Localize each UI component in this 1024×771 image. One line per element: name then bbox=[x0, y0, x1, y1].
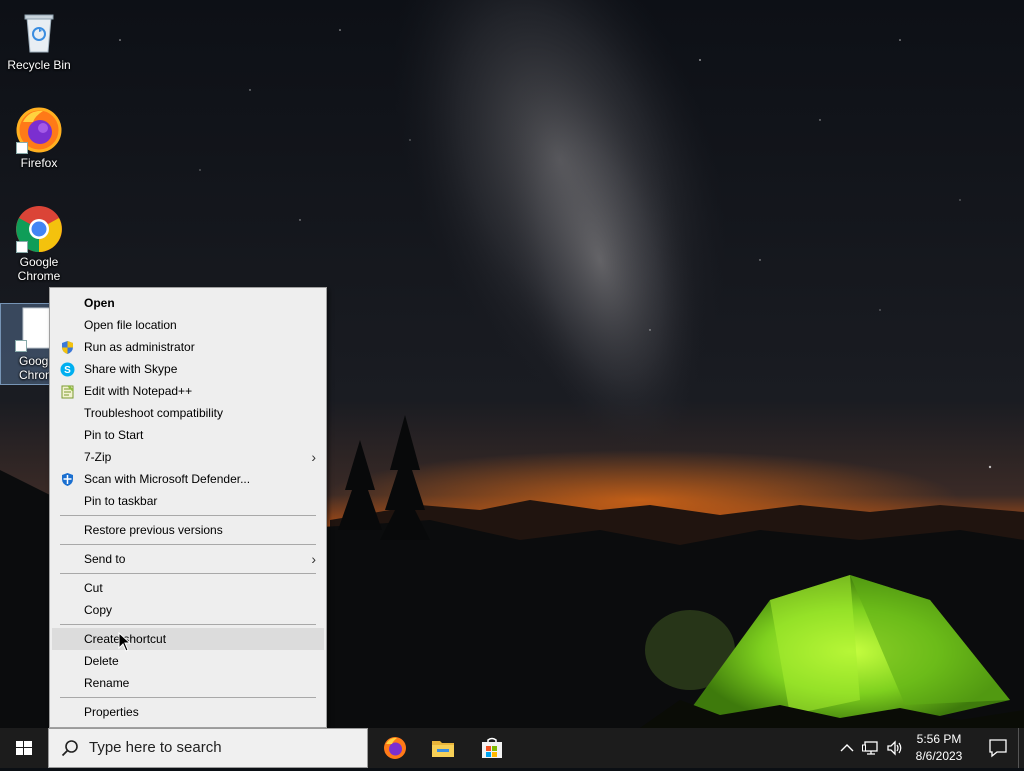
taskbar-clock[interactable]: 5:56 PM 8/6/2023 bbox=[908, 731, 970, 765]
desktop-icon-recycle-bin[interactable]: Recycle Bin bbox=[0, 8, 78, 72]
menu-separator bbox=[60, 544, 316, 545]
notification-icon bbox=[989, 739, 1007, 758]
menu-item-create-shortcut[interactable]: Create shortcut bbox=[52, 628, 324, 650]
show-desktop-button[interactable] bbox=[1018, 728, 1024, 768]
clock-date: 8/6/2023 bbox=[915, 749, 963, 763]
menu-item-restore-previous-versions[interactable]: Restore previous versions bbox=[50, 519, 326, 541]
menu-item-pin-to-start[interactable]: Pin to Start bbox=[50, 424, 326, 446]
menu-item-rename[interactable]: Rename bbox=[50, 672, 326, 694]
shortcut-arrow-icon bbox=[16, 241, 28, 253]
clock-time: 5:56 PM bbox=[916, 732, 962, 746]
menu-item-properties[interactable]: Properties bbox=[50, 701, 326, 723]
action-center-button[interactable] bbox=[980, 728, 1016, 768]
menu-item-copy[interactable]: Copy bbox=[50, 599, 326, 621]
menu-item-edit-with-notepadpp[interactable]: Edit with Notepad++ bbox=[50, 380, 326, 402]
firefox-icon bbox=[15, 106, 63, 154]
taskbar-app-microsoft-store[interactable] bbox=[468, 728, 516, 768]
chrome-icon bbox=[15, 205, 63, 253]
microsoft-store-icon bbox=[482, 737, 502, 758]
shortcut-arrow-icon bbox=[16, 142, 28, 154]
skype-icon: S bbox=[60, 362, 75, 377]
chevron-right-icon: › bbox=[311, 449, 316, 465]
mouse-cursor-icon bbox=[118, 632, 132, 652]
taskbar-search-box[interactable]: Type here to search bbox=[48, 728, 368, 768]
menu-item-delete[interactable]: Delete bbox=[50, 650, 326, 672]
shortcut-arrow-icon bbox=[15, 340, 27, 352]
file-explorer-icon bbox=[432, 741, 454, 757]
start-button[interactable] bbox=[0, 728, 48, 768]
recycle-bin-icon bbox=[15, 8, 63, 56]
menu-item-pin-to-taskbar[interactable]: Pin to taskbar bbox=[50, 490, 326, 512]
network-icon[interactable] bbox=[862, 739, 880, 757]
menu-item-run-as-administrator[interactable]: Run as administrator bbox=[50, 336, 326, 358]
volume-icon[interactable] bbox=[886, 739, 904, 757]
menu-item-7zip[interactable]: 7-Zip › bbox=[50, 446, 326, 468]
context-menu: Open Open file location Run as administr… bbox=[49, 287, 327, 728]
taskbar-app-file-explorer[interactable] bbox=[419, 728, 467, 768]
taskbar-app-firefox[interactable] bbox=[371, 728, 419, 768]
menu-separator bbox=[60, 515, 316, 516]
menu-separator bbox=[60, 573, 316, 574]
menu-item-send-to[interactable]: Send to › bbox=[50, 548, 326, 570]
menu-item-scan-with-defender[interactable]: Scan with Microsoft Defender... bbox=[50, 468, 326, 490]
taskbar: Type here to search 5:56 PM 8/6/2023 bbox=[0, 728, 1024, 768]
search-icon bbox=[61, 740, 78, 757]
svg-text:S: S bbox=[64, 365, 71, 376]
menu-item-open[interactable]: Open bbox=[50, 292, 326, 314]
menu-item-cut[interactable]: Cut bbox=[50, 577, 326, 599]
desktop-icon-label: Firefox bbox=[20, 156, 58, 170]
search-placeholder: Type here to search bbox=[89, 739, 222, 756]
desktop-icon-firefox[interactable]: Firefox bbox=[0, 106, 78, 170]
menu-separator bbox=[60, 624, 316, 625]
desktop-icon-selected-shortcut[interactable]: Goog Chron bbox=[0, 303, 52, 385]
desktop-icon-label: Goog Chron bbox=[19, 354, 51, 382]
desktop-icon-google-chrome[interactable]: Google Chrome bbox=[0, 205, 78, 283]
windows-logo-icon bbox=[16, 741, 32, 755]
menu-separator bbox=[60, 697, 316, 698]
chevron-up-icon[interactable] bbox=[838, 739, 856, 757]
menu-item-troubleshoot-compatibility[interactable]: Troubleshoot compatibility bbox=[50, 402, 326, 424]
defender-icon bbox=[60, 472, 75, 487]
desktop-icon-label: Google Chrome bbox=[17, 255, 61, 283]
shield-uac-icon bbox=[60, 340, 75, 355]
menu-item-open-file-location[interactable]: Open file location bbox=[50, 314, 326, 336]
notepadpp-icon bbox=[60, 384, 75, 399]
chevron-right-icon: › bbox=[311, 551, 316, 567]
desktop-icon-label: Recycle Bin bbox=[7, 58, 71, 72]
generic-file-icon bbox=[15, 306, 52, 352]
firefox-icon bbox=[384, 737, 406, 759]
menu-item-share-with-skype[interactable]: S Share with Skype bbox=[50, 358, 326, 380]
